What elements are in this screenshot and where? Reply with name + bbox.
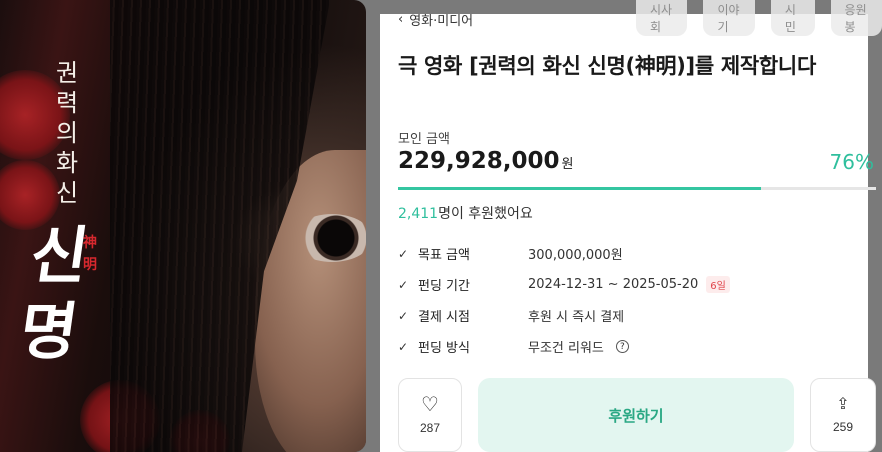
poster-hanja: 神 明 [81,232,99,276]
info-row-payment: ✓ 결제 시점 후원 시 즉시 결제 [398,300,838,331]
raised-amount-value: 229,928,000 [398,148,560,174]
check-icon: ✓ [398,246,409,261]
funding-progress-bar [398,187,876,190]
project-title: 극 영화 [권력의 화신 신명(神明)]를 제작합니다 [398,54,816,78]
share-count: 259 [832,420,854,434]
poster-eye [292,214,366,262]
info-label: 펀딩 기간 [418,279,470,294]
breadcrumb[interactable]: ‹ 영화·미디어 [398,10,473,29]
support-button[interactable]: 후원하기 [478,378,794,452]
poster-vertical-title: 권 력 의 화 신 [50,58,84,208]
days-left-badge: 6일 [706,276,730,293]
check-icon: ✓ [398,339,409,354]
funding-progress-fill [398,187,762,190]
info-value-wrap: 2024-12-31 ~ 2025-05-20 6일 [528,276,730,293]
info-row-period: ✓ 펀딩 기간 2024-12-31 ~ 2025-05-20 6일 [398,269,838,300]
like-count: 287 [419,421,441,435]
raised-label: 모인 금액 [398,132,450,147]
poster-title-char: 권 [55,59,79,87]
poster-big-char: 명 [15,295,83,368]
breadcrumb-category[interactable]: 영화·미디어 [409,10,473,29]
backers-count: 2,411명이 후원했어요 [398,203,533,223]
funding-info-list: ✓ 목표 금액 300,000,000원 ✓ 펀딩 기간 2024-12-31 … [398,238,838,362]
info-value: 2024-12-31 ~ 2025-05-20 [528,277,699,292]
info-row-goal: ✓ 목표 금액 300,000,000원 [398,238,838,269]
tab-premiere[interactable]: 시사회 [636,0,688,36]
like-button[interactable]: ♡ 287 [398,378,462,452]
poster-title-char: 화 [55,149,79,177]
tab-citizens[interactable]: 시민 [770,0,815,36]
info-value-wrap: 무조건 리워드 ? [528,337,629,356]
info-row-method: ✓ 펀딩 방식 무조건 리워드 ? [398,331,838,362]
funding-percent: 76% [829,150,874,174]
info-label: 결제 시점 [418,310,470,325]
tab-cheer[interactable]: 응원봉 [830,0,882,36]
share-button[interactable]: ⇪ 259 [810,378,876,452]
heart-icon: ♡ [421,394,439,416]
chevron-left-icon: ‹ [398,12,404,27]
help-icon[interactable]: ? [615,340,629,353]
info-value: 300,000,000원 [528,248,623,263]
project-poster-image: 권 력 의 화 신 신 명 神 明 [0,0,366,452]
check-icon: ✓ [398,277,409,292]
info-label: 펀딩 방식 [418,341,470,356]
poster-title-char: 신 [55,179,79,207]
raised-amount-unit: 원 [561,157,574,172]
tab-story[interactable]: 이야기 [703,0,755,36]
info-value: 후원 시 즉시 결제 [528,310,625,325]
raised-amount: 229,928,000 원 [398,148,573,174]
backers-number: 2,411 [398,206,439,222]
info-label: 목표 금액 [418,248,470,263]
poster-title-char: 의 [55,119,79,147]
share-icon: ⇪ [836,396,850,413]
info-value: 무조건 리워드 [528,341,604,356]
poster-title-char: 력 [55,89,79,117]
check-icon: ✓ [398,308,409,323]
top-tab-bar: 시사회 이야기 시민 응원봉 [636,0,882,36]
poster-hanja-char: 明 [83,257,97,273]
poster-hanja-char: 神 [83,235,97,251]
backers-suffix: 명이 후원했어요 [438,206,533,222]
